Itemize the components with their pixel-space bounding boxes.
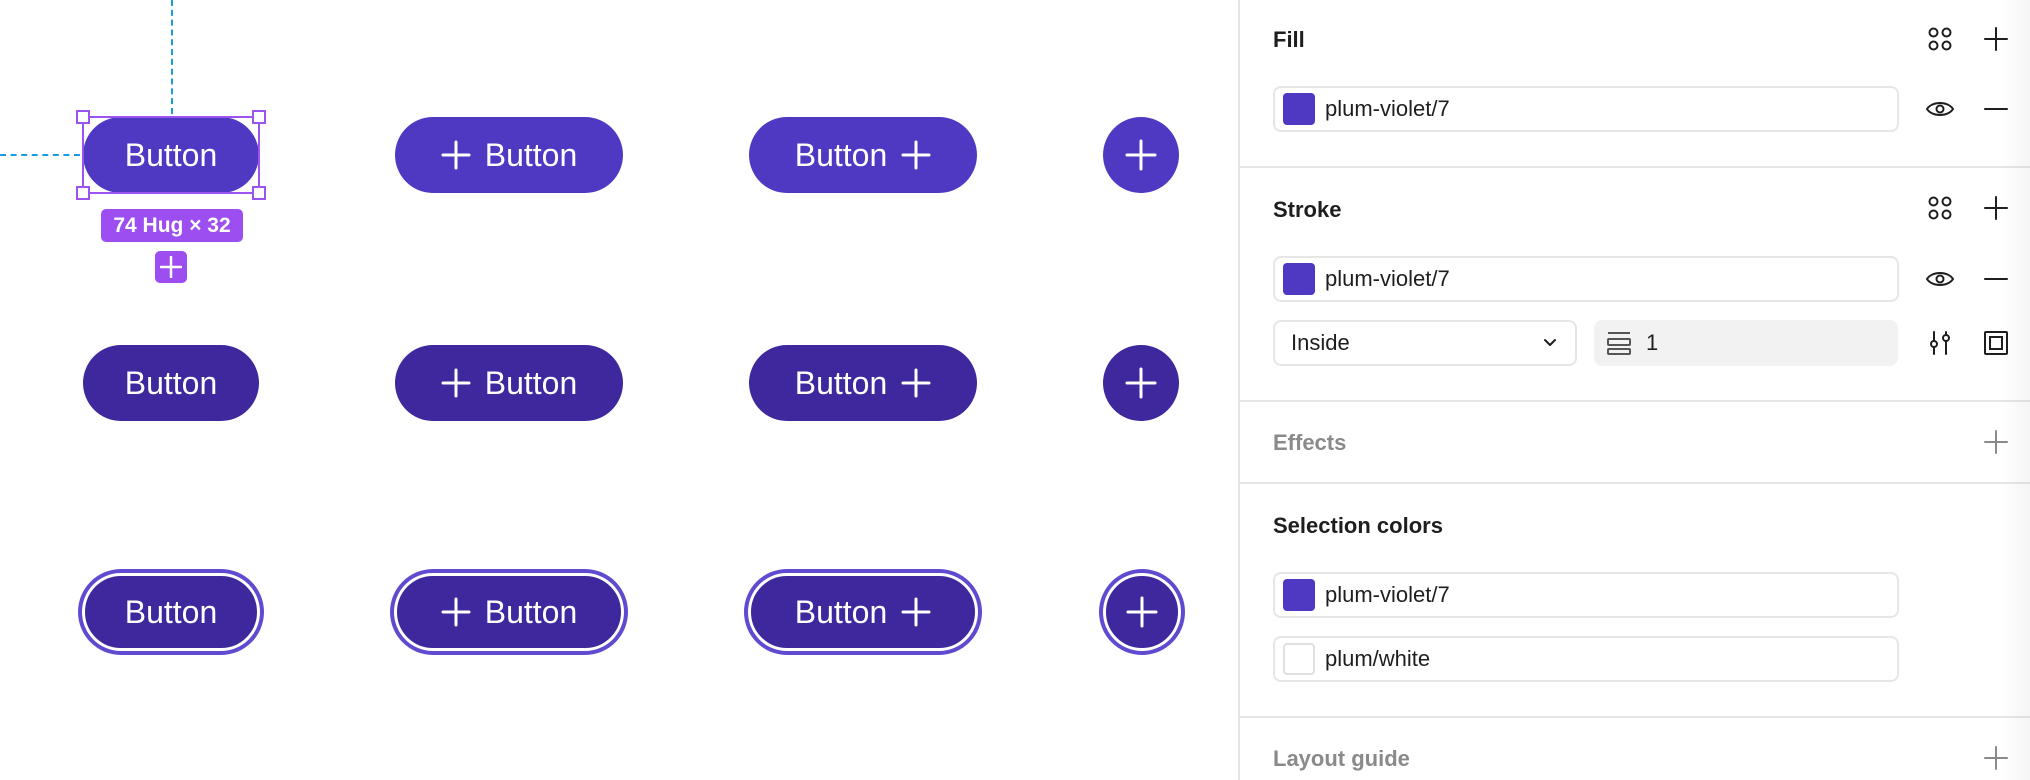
eye-icon bbox=[1925, 272, 1955, 286]
fill-section-title: Fill bbox=[1273, 27, 1305, 52]
stroke-position-select[interactable]: Inside bbox=[1273, 320, 1577, 366]
effects-section-title: Effects bbox=[1273, 430, 1347, 455]
border-sides-icon bbox=[1984, 331, 2008, 355]
properties-panel: Fill plum-violet/7 Stroke plum-violet/7 … bbox=[1238, 0, 2030, 780]
section-divider bbox=[1240, 400, 2030, 402]
plus-icon bbox=[901, 140, 931, 170]
button-dark-trailing-icon[interactable]: Button bbox=[749, 345, 977, 421]
measurement-guide-vertical bbox=[171, 0, 173, 114]
plus-icon bbox=[1984, 430, 2008, 454]
fill-styles-button[interactable] bbox=[1922, 21, 1958, 57]
add-effect-button[interactable] bbox=[1978, 424, 2014, 460]
plus-icon bbox=[1984, 27, 2008, 51]
fill-visibility-toggle[interactable] bbox=[1922, 91, 1958, 127]
selection-color-field[interactable]: plum/white bbox=[1273, 636, 1899, 682]
stroke-section-title: Stroke bbox=[1273, 197, 1342, 222]
section-divider bbox=[1240, 166, 2030, 168]
plus-icon bbox=[160, 256, 182, 278]
minus-icon bbox=[1984, 278, 2008, 280]
plus-icon bbox=[901, 368, 931, 398]
selection-colors-section-title: Selection colors bbox=[1273, 513, 1443, 538]
stroke-color-value: plum-violet/7 bbox=[1325, 266, 1450, 291]
size-badge: 74 Hug × 32 bbox=[101, 209, 243, 242]
button-label: Button bbox=[794, 136, 888, 173]
stroke-visibility-toggle[interactable] bbox=[1922, 261, 1958, 297]
button-label: Button bbox=[484, 136, 578, 173]
advanced-stroke-button[interactable] bbox=[1922, 325, 1958, 361]
button-focus-trailing-icon[interactable]: Button bbox=[748, 573, 978, 651]
stroke-color-field[interactable]: plum-violet/7 bbox=[1273, 256, 1899, 302]
button-dark-leading-icon[interactable]: Button bbox=[395, 345, 623, 421]
selection-color-swatch[interactable] bbox=[1283, 643, 1315, 675]
add-stroke-button[interactable] bbox=[1978, 190, 2014, 226]
section-divider bbox=[1240, 716, 2030, 718]
button-label: Button bbox=[794, 593, 888, 630]
fill-color-field[interactable]: plum-violet/7 bbox=[1273, 86, 1899, 132]
plus-icon bbox=[1984, 746, 2008, 770]
button-fill-icon-only[interactable] bbox=[1103, 117, 1179, 193]
minus-icon bbox=[1984, 108, 2008, 110]
plus-icon bbox=[441, 368, 471, 398]
remove-stroke-button[interactable] bbox=[1978, 261, 2014, 297]
selection-color-field[interactable]: plum-violet/7 bbox=[1273, 572, 1899, 618]
stroke-color-swatch[interactable] bbox=[1283, 263, 1315, 295]
selection-color-value: plum-violet/7 bbox=[1325, 582, 1450, 607]
plus-icon bbox=[901, 597, 931, 627]
stroke-position-value: Inside bbox=[1291, 330, 1350, 355]
button-label: Button bbox=[484, 593, 578, 630]
chevron-down-icon bbox=[1544, 339, 1556, 346]
stroke-weight-value: 1 bbox=[1646, 330, 1659, 355]
resize-handle-top-right[interactable] bbox=[252, 110, 266, 124]
remove-fill-button[interactable] bbox=[1978, 91, 2014, 127]
plus-icon bbox=[1125, 367, 1157, 399]
fill-color-value: plum-violet/7 bbox=[1325, 96, 1450, 121]
layout-guide-section-title: Layout guide bbox=[1273, 746, 1410, 771]
stroke-styles-button[interactable] bbox=[1922, 190, 1958, 226]
button-fill-trailing-icon[interactable]: Button bbox=[749, 117, 977, 193]
resize-handle-top-left[interactable] bbox=[76, 110, 90, 124]
measurement-guide-horizontal bbox=[0, 154, 80, 156]
button-dark-text[interactable]: Button bbox=[83, 345, 259, 421]
button-focus-text[interactable]: Button bbox=[82, 573, 260, 651]
button-fill-leading-icon[interactable]: Button bbox=[395, 117, 623, 193]
add-layout-guide-button[interactable] bbox=[1978, 740, 2014, 776]
button-dark-icon-only[interactable] bbox=[1103, 345, 1179, 421]
sliders-icon bbox=[1930, 331, 1950, 355]
button-focus-icon-only[interactable] bbox=[1103, 573, 1181, 651]
stroke-weight-field[interactable]: 1 bbox=[1594, 320, 1898, 366]
add-fill-button[interactable] bbox=[1978, 21, 2014, 57]
plus-icon bbox=[1984, 196, 2008, 220]
eye-icon bbox=[1925, 102, 1955, 116]
button-label: Button bbox=[124, 364, 218, 401]
selection-color-swatch[interactable] bbox=[1283, 579, 1315, 611]
button-focus-leading-icon[interactable]: Button bbox=[394, 573, 624, 651]
design-canvas[interactable]: Button Button Button Button Button Butto… bbox=[0, 0, 1238, 780]
button-label: Button bbox=[794, 364, 888, 401]
button-label: Button bbox=[124, 593, 218, 630]
individual-strokes-button[interactable] bbox=[1978, 325, 2014, 361]
resize-handle-bottom-left[interactable] bbox=[76, 186, 90, 200]
section-divider bbox=[1240, 482, 2030, 484]
fill-color-swatch[interactable] bbox=[1283, 93, 1315, 125]
button-label: Button bbox=[484, 364, 578, 401]
styles-grid-icon bbox=[1928, 27, 1952, 51]
selection-outline bbox=[82, 116, 260, 194]
plus-icon bbox=[1126, 596, 1158, 628]
plus-icon bbox=[441, 597, 471, 627]
selection-color-value: plum/white bbox=[1325, 646, 1431, 671]
plus-icon bbox=[1125, 139, 1157, 171]
stroke-weight-icon bbox=[1607, 332, 1631, 355]
styles-grid-icon bbox=[1928, 196, 1952, 220]
resize-handle-bottom-right[interactable] bbox=[252, 186, 266, 200]
add-auto-layout-button[interactable] bbox=[155, 251, 187, 283]
plus-icon bbox=[441, 140, 471, 170]
